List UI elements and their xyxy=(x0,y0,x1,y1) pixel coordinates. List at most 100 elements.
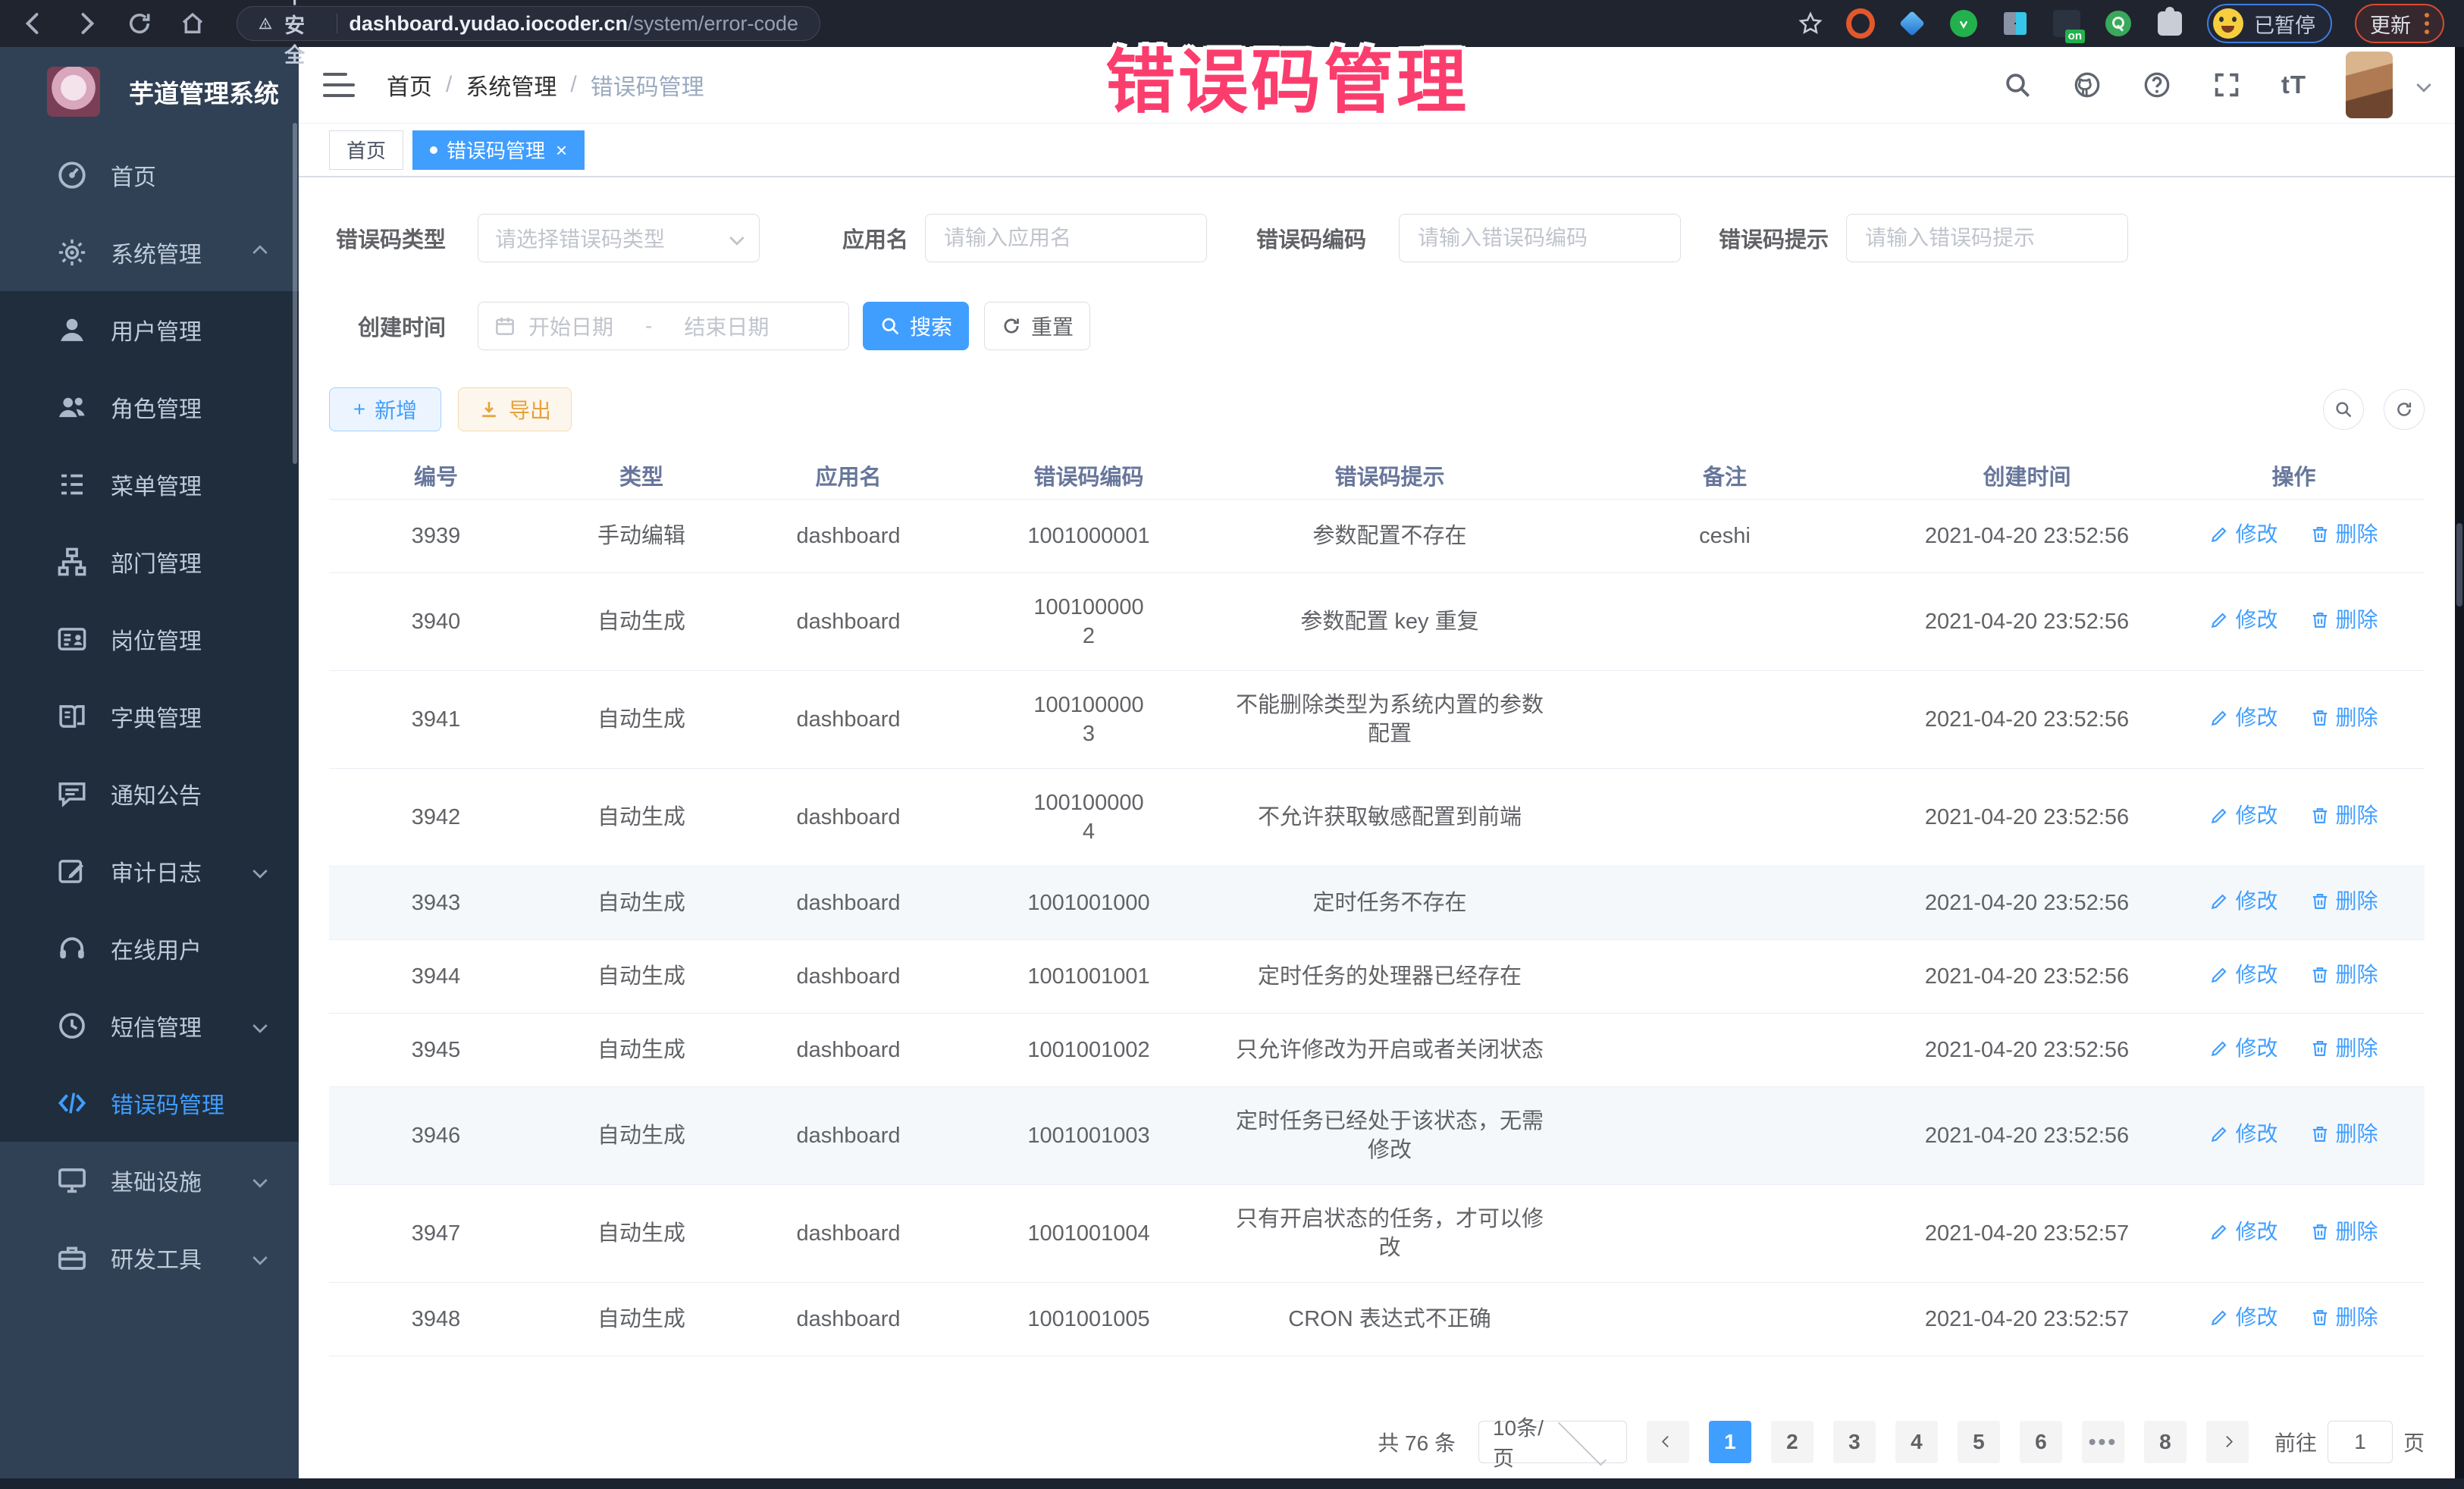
bookmark-star-icon[interactable] xyxy=(1798,11,1823,36)
prev-page-button[interactable] xyxy=(1647,1421,1689,1463)
extension-green-v-icon[interactable] xyxy=(1949,9,1978,38)
app-name-input[interactable] xyxy=(925,214,1207,262)
next-page-button[interactable] xyxy=(2206,1421,2249,1463)
sidebar-item-error-code[interactable]: 错误码管理 xyxy=(0,1064,299,1142)
delete-link[interactable]: 删除 xyxy=(2310,801,2378,830)
address-bar[interactable]: 不安全 dashboard.yudao.iocoder.cn/system/er… xyxy=(237,6,820,41)
sidebar-item-label: 基础设施 xyxy=(111,1164,202,1197)
edit-link[interactable]: 修改 xyxy=(2209,1218,2277,1246)
reset-button[interactable]: 重置 xyxy=(984,302,1090,350)
browser-reload-icon[interactable] xyxy=(126,10,153,37)
delete-link[interactable]: 删除 xyxy=(2310,1034,2378,1063)
page-size-select[interactable]: 10条/页 xyxy=(1478,1421,1627,1463)
toggle-search-button[interactable] xyxy=(2323,389,2364,430)
breadcrumb-system[interactable]: 系统管理 xyxy=(466,68,556,102)
breadcrumb-home[interactable]: 首页 xyxy=(387,68,432,102)
sidebar-item-menus[interactable]: 菜单管理 xyxy=(0,446,299,523)
sidebar-scrollbar[interactable] xyxy=(293,123,297,464)
browser-menu-icon[interactable] xyxy=(2425,13,2429,34)
edit-link[interactable]: 修改 xyxy=(2209,520,2277,549)
edit-link[interactable]: 修改 xyxy=(2209,1120,2277,1149)
edit-link[interactable]: 修改 xyxy=(2209,1034,2277,1063)
delete-link[interactable]: 删除 xyxy=(2310,1303,2378,1332)
hamburger-icon[interactable] xyxy=(323,73,355,97)
help-icon[interactable] xyxy=(2142,70,2172,100)
fullscreen-icon[interactable] xyxy=(2212,70,2242,100)
refresh-table-button[interactable] xyxy=(2384,389,2425,430)
add-button[interactable]: + 新增 xyxy=(329,387,441,431)
sidebar-item-system[interactable]: 系统管理 xyxy=(0,214,299,291)
extension-blue-gem-icon[interactable] xyxy=(1898,9,1926,38)
page-button-1[interactable]: 1 xyxy=(1709,1421,1751,1463)
close-icon[interactable]: × xyxy=(556,140,567,160)
window-bottom-edge xyxy=(0,1478,2464,1489)
page-button-3[interactable]: 3 xyxy=(1833,1421,1876,1463)
error-msg-input[interactable] xyxy=(1846,214,2128,262)
sidebar-item-departments[interactable]: 部门管理 xyxy=(0,523,299,600)
extension-orange-ring-icon[interactable] xyxy=(1846,9,1875,38)
delete-link[interactable]: 删除 xyxy=(2310,606,2378,635)
delete-link[interactable]: 删除 xyxy=(2310,1120,2378,1149)
extensions-puzzle-icon[interactable] xyxy=(2155,9,2184,38)
extension-grid-icon[interactable] xyxy=(2001,9,2030,38)
profile-paused-badge[interactable]: 已暂停 xyxy=(2207,4,2332,43)
browser-update-button[interactable]: 更新 xyxy=(2355,4,2444,43)
sidebar-item-infra[interactable]: 基础设施 xyxy=(0,1142,299,1219)
page-button-5[interactable]: 5 xyxy=(1958,1421,2000,1463)
sidebar-item-home[interactable]: 首页 xyxy=(0,136,299,214)
pagination: 共 76 条 10条/页 1 2 3 4 5 6 ••• 8 前往 页 xyxy=(329,1421,2425,1463)
tab-home[interactable]: 首页 xyxy=(329,130,403,170)
cell-id: 3940 xyxy=(329,572,543,670)
export-button[interactable]: 导出 xyxy=(458,387,572,431)
page-button-6[interactable]: 6 xyxy=(2020,1421,2062,1463)
edit-link[interactable]: 修改 xyxy=(2209,887,2277,916)
github-icon[interactable] xyxy=(2072,70,2102,100)
more-pages-button[interactable]: ••• xyxy=(2082,1421,2124,1463)
page-button-2[interactable]: 2 xyxy=(1771,1421,1814,1463)
tab-error-code[interactable]: 错误码管理 × xyxy=(412,130,585,170)
edit-label: 修改 xyxy=(2235,1218,2277,1246)
font-size-icon[interactable]: tT xyxy=(2281,71,2306,99)
sidebar-item-audit-log[interactable]: 审计日志 xyxy=(0,832,299,910)
edit-link[interactable]: 修改 xyxy=(2209,704,2277,732)
user-avatar[interactable] xyxy=(2346,52,2393,118)
delete-link[interactable]: 删除 xyxy=(2310,520,2378,549)
chevron-down-icon[interactable] xyxy=(2416,77,2431,92)
edit-link[interactable]: 修改 xyxy=(2209,801,2277,830)
page-button-8[interactable]: 8 xyxy=(2144,1421,2187,1463)
sidebar-item-notice[interactable]: 通知公告 xyxy=(0,755,299,832)
sidebar-item-sms[interactable]: 短信管理 xyxy=(0,987,299,1064)
browser-back-icon[interactable] xyxy=(20,10,47,37)
sidebar-item-users[interactable]: 用户管理 xyxy=(0,291,299,368)
app-logo[interactable]: 芋道管理系统 xyxy=(0,47,299,136)
page-scrollbar[interactable] xyxy=(2455,47,2464,1478)
sidebar-item-dict[interactable]: 字典管理 xyxy=(0,678,299,755)
scrollbar-thumb[interactable] xyxy=(2456,523,2462,607)
edit-link[interactable]: 修改 xyxy=(2209,1303,2277,1332)
browser-home-icon[interactable] xyxy=(179,10,206,37)
delete-link[interactable]: 删除 xyxy=(2310,1218,2378,1246)
sidebar-item-devtools[interactable]: 研发工具 xyxy=(0,1219,299,1296)
edit-link[interactable]: 修改 xyxy=(2209,961,2277,989)
search-button[interactable]: 搜索 xyxy=(863,302,969,350)
delete-link[interactable]: 删除 xyxy=(2310,704,2378,732)
edit-link[interactable]: 修改 xyxy=(2209,606,2277,635)
edit-label: 修改 xyxy=(2235,520,2277,549)
goto-page-input[interactable] xyxy=(2328,1421,2393,1463)
error-type-select[interactable]: 请选择错误码类型 xyxy=(478,214,760,262)
sidebar-item-posts[interactable]: 岗位管理 xyxy=(0,600,299,678)
delete-link[interactable]: 删除 xyxy=(2310,961,2378,989)
delete-link[interactable]: 删除 xyxy=(2310,887,2378,916)
search-icon xyxy=(2334,400,2353,419)
date-range-picker[interactable]: 开始日期 - 结束日期 xyxy=(478,302,849,350)
browser-forward-icon[interactable] xyxy=(73,10,100,37)
sidebar-item-roles[interactable]: 角色管理 xyxy=(0,368,299,446)
error-code-input[interactable] xyxy=(1399,214,1681,262)
extension-key-icon[interactable] xyxy=(2104,9,2133,38)
sidebar-item-online-users[interactable]: 在线用户 xyxy=(0,910,299,987)
gear-icon xyxy=(56,237,88,268)
search-icon[interactable] xyxy=(2002,70,2033,100)
extension-on-switch-icon[interactable]: on xyxy=(2052,9,2081,38)
page-button-4[interactable]: 4 xyxy=(1895,1421,1938,1463)
cell-app: dashboard xyxy=(740,670,957,768)
